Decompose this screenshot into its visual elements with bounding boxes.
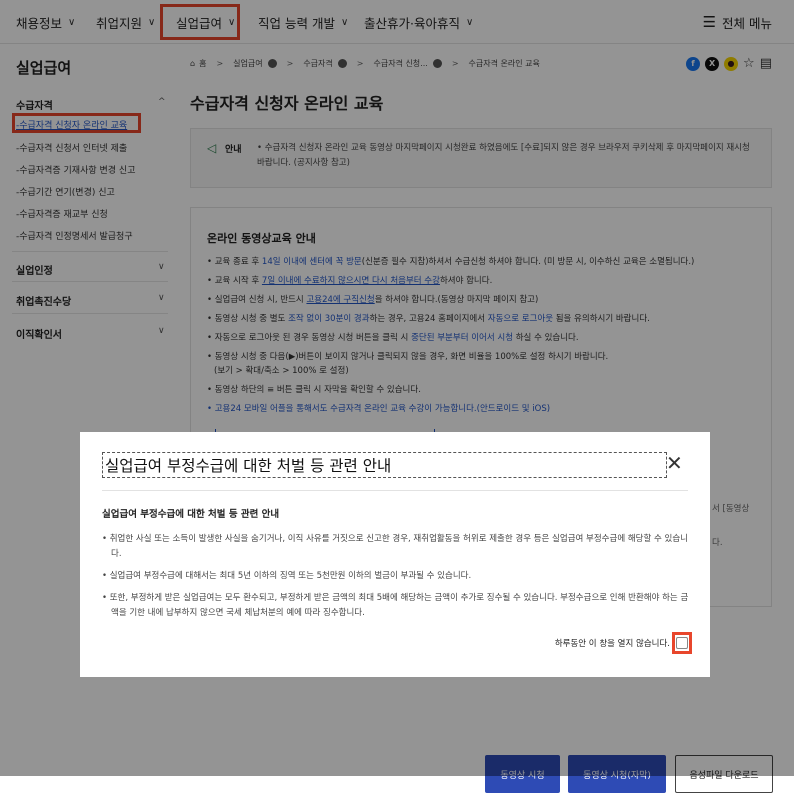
list-item: • 또한, 부정하게 받은 실업급여는 모두 환수되고, 부정하게 받은 금액의…	[102, 593, 689, 618]
modal-title: 실업급여 부정수급에 대한 처벌 등 관련 안내	[105, 457, 392, 475]
background-text-fragment: 서 [동영상	[712, 504, 750, 514]
dont-show-label: 하루동안 이 창을 열지 않습니다.	[554, 639, 670, 649]
background-text-fragment: 다.	[712, 538, 723, 548]
divider	[102, 490, 688, 491]
modal-title-focus: 실업급여 부정수급에 대한 처벌 등 관련 안내	[102, 452, 667, 478]
modal-list: • 취업한 사실 또는 소득이 발생한 사실을 숨기거나, 이직 사유를 거짓으…	[102, 532, 690, 628]
close-icon[interactable]: ✕	[666, 453, 683, 473]
dont-show-checkbox[interactable]	[676, 637, 688, 649]
fraud-notice-modal: 실업급여 부정수급에 대한 처벌 등 관련 안내 ✕ 실업급여 부정수급에 대한…	[80, 432, 710, 677]
list-item: • 실업급여 부정수급에 대해서는 최대 5년 이하의 징역 또는 5천만원 이…	[102, 571, 472, 581]
list-item: • 취업한 사실 또는 소득이 발생한 사실을 숨기거나, 이직 사유를 거짓으…	[102, 534, 688, 559]
modal-subtitle: 실업급여 부정수급에 대한 처벌 등 관련 안내	[102, 509, 280, 520]
